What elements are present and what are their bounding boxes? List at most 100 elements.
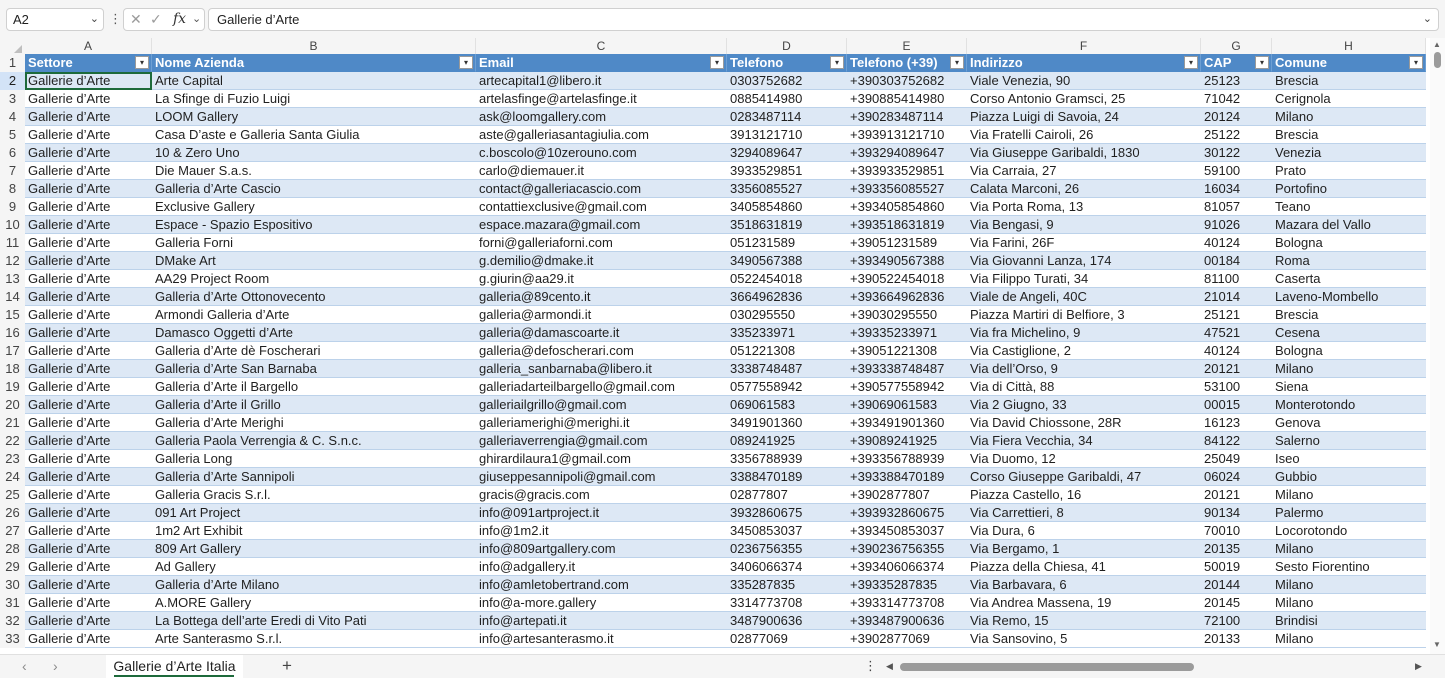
table-cell[interactable]: +393487900636 xyxy=(847,612,967,630)
table-cell[interactable]: Galleria d’Arte il Grillo xyxy=(152,396,476,414)
table-cell[interactable]: 00015 xyxy=(1201,396,1272,414)
table-cell[interactable]: Piazza della Chiesa, 41 xyxy=(967,558,1201,576)
table-cell[interactable]: 00184 xyxy=(1201,252,1272,270)
table-cell[interactable]: +393933529851 xyxy=(847,162,967,180)
table-cell[interactable]: +393450853037 xyxy=(847,522,967,540)
table-cell[interactable]: 40124 xyxy=(1201,342,1272,360)
table-cell[interactable]: Cesena xyxy=(1272,324,1426,342)
table-cell[interactable]: 0577558942 xyxy=(727,378,847,396)
table-cell[interactable]: artelasfinge@artelasfinge.it xyxy=(476,90,727,108)
table-cell[interactable]: +393664962836 xyxy=(847,288,967,306)
table-cell[interactable]: Monterotondo xyxy=(1272,396,1426,414)
filter-dropdown-icon[interactable]: ▾ xyxy=(830,56,844,69)
table-cell[interactable]: artecapital1@libero.it xyxy=(476,72,727,90)
table-cell[interactable]: 16034 xyxy=(1201,180,1272,198)
row-number[interactable]: 10 xyxy=(0,216,25,234)
chevron-down-icon[interactable]: ⌄ xyxy=(192,12,201,25)
filter-dropdown-icon[interactable]: ▾ xyxy=(135,56,149,69)
row-number[interactable]: 28 xyxy=(0,540,25,558)
column-header-f[interactable]: F xyxy=(967,38,1201,54)
insert-function-icon[interactable]: fx xyxy=(173,11,186,27)
table-cell[interactable]: 90134 xyxy=(1201,504,1272,522)
table-cell[interactable]: +393491901360 xyxy=(847,414,967,432)
table-cell[interactable]: Via Carraia, 27 xyxy=(967,162,1201,180)
table-cell[interactable]: AA29 Project Room xyxy=(152,270,476,288)
scroll-up-icon[interactable]: ▲ xyxy=(1433,40,1441,49)
table-cell[interactable]: 3518631819 xyxy=(727,216,847,234)
table-cell[interactable]: info@809artgallery.com xyxy=(476,540,727,558)
table-cell[interactable]: Gallerie d’Arte xyxy=(25,612,152,630)
table-cell[interactable]: Gallerie d’Arte xyxy=(25,306,152,324)
row-number[interactable]: 25 xyxy=(0,486,25,504)
table-cell[interactable]: Corso Giuseppe Garibaldi, 47 xyxy=(967,468,1201,486)
table-cell[interactable]: +3902877807 xyxy=(847,486,967,504)
table-cell[interactable]: Via Barbavara, 6 xyxy=(967,576,1201,594)
table-cell[interactable]: g.giurin@aa29.it xyxy=(476,270,727,288)
column-header-g[interactable]: G xyxy=(1201,38,1272,54)
table-cell[interactable]: 335233971 xyxy=(727,324,847,342)
table-cell[interactable]: Gallerie d’Arte xyxy=(25,396,152,414)
table-cell[interactable]: Viale de Angeli, 40C xyxy=(967,288,1201,306)
table-cell[interactable]: Portofino xyxy=(1272,180,1426,198)
table-cell[interactable]: info@adgallery.it xyxy=(476,558,727,576)
table-cell[interactable]: Gallerie d’Arte xyxy=(25,486,152,504)
table-cell[interactable]: Piazza Castello, 16 xyxy=(967,486,1201,504)
table-cell[interactable]: Galleria d’Arte Cascio xyxy=(152,180,476,198)
table-cell[interactable]: Gallerie d’Arte xyxy=(25,126,152,144)
table-cell[interactable]: g.demilio@dmake.it xyxy=(476,252,727,270)
table-cell[interactable]: +39030295550 xyxy=(847,306,967,324)
table-cell[interactable]: Brindisi xyxy=(1272,612,1426,630)
table-cell[interactable]: 3450853037 xyxy=(727,522,847,540)
table-cell[interactable]: Via Giuseppe Garibaldi, 1830 xyxy=(967,144,1201,162)
table-cell[interactable]: aste@galleriasantagiulia.com xyxy=(476,126,727,144)
table-cell[interactable]: 3664962836 xyxy=(727,288,847,306)
table-cell[interactable]: Via Andrea Massena, 19 xyxy=(967,594,1201,612)
table-cell[interactable]: 06024 xyxy=(1201,468,1272,486)
table-cell[interactable]: +39335287835 xyxy=(847,576,967,594)
chevron-right-icon[interactable]: › xyxy=(53,658,58,674)
table-cell[interactable]: 02877069 xyxy=(727,630,847,648)
table-cell[interactable]: +393388470189 xyxy=(847,468,967,486)
row-number[interactable]: 32 xyxy=(0,612,25,630)
table-cell[interactable]: Gallerie d’Arte xyxy=(25,450,152,468)
table-cell[interactable]: 50019 xyxy=(1201,558,1272,576)
table-cell[interactable]: Gallerie d’Arte xyxy=(25,594,152,612)
table-cell[interactable]: +393932860675 xyxy=(847,504,967,522)
table-cell[interactable]: 3405854860 xyxy=(727,198,847,216)
table-cell[interactable]: +393490567388 xyxy=(847,252,967,270)
chevron-left-icon[interactable]: ‹ xyxy=(22,658,27,674)
table-cell[interactable]: 16123 xyxy=(1201,414,1272,432)
table-cell[interactable]: Brescia xyxy=(1272,72,1426,90)
table-cell[interactable]: 069061583 xyxy=(727,396,847,414)
table-cell[interactable]: 3356085527 xyxy=(727,180,847,198)
table-cell[interactable]: +39335233971 xyxy=(847,324,967,342)
table-cell[interactable]: Gallerie d’Arte xyxy=(25,108,152,126)
table-cell[interactable]: Galleria Paola Verrengia & C. S.n.c. xyxy=(152,432,476,450)
row-number[interactable]: 3 xyxy=(0,90,25,108)
table-cell[interactable]: Gallerie d’Arte xyxy=(25,432,152,450)
table-cell[interactable]: Brescia xyxy=(1272,306,1426,324)
row-number[interactable]: 33 xyxy=(0,630,25,648)
row-number[interactable]: 31 xyxy=(0,594,25,612)
table-cell[interactable]: 3913121710 xyxy=(727,126,847,144)
table-cell[interactable]: 21014 xyxy=(1201,288,1272,306)
table-cell[interactable]: 3314773708 xyxy=(727,594,847,612)
table-cell[interactable]: Exclusive Gallery xyxy=(152,198,476,216)
table-cell[interactable]: Gallerie d’Arte xyxy=(25,342,152,360)
table-cell[interactable]: Via Fratelli Cairoli, 26 xyxy=(967,126,1201,144)
table-cell[interactable]: 3338748487 xyxy=(727,360,847,378)
table-cell[interactable]: +393405854860 xyxy=(847,198,967,216)
table-cell[interactable]: Via Castiglione, 2 xyxy=(967,342,1201,360)
row-number[interactable]: 18 xyxy=(0,360,25,378)
sheet-tab[interactable]: Gallerie d’Arte Italia xyxy=(106,655,243,678)
table-cell[interactable]: Espace - Spazio Espositivo xyxy=(152,216,476,234)
table-cell[interactable]: info@artesanterasmo.it xyxy=(476,630,727,648)
table-cell[interactable]: Via Remo, 15 xyxy=(967,612,1201,630)
table-cell[interactable]: Milano xyxy=(1272,594,1426,612)
table-cell[interactable]: +393356085527 xyxy=(847,180,967,198)
table-cell[interactable]: 0522454018 xyxy=(727,270,847,288)
table-cell[interactable]: Via Farini, 26F xyxy=(967,234,1201,252)
table-cell[interactable]: 25049 xyxy=(1201,450,1272,468)
table-cell[interactable]: 25121 xyxy=(1201,306,1272,324)
table-cell[interactable]: Gallerie d’Arte xyxy=(25,90,152,108)
